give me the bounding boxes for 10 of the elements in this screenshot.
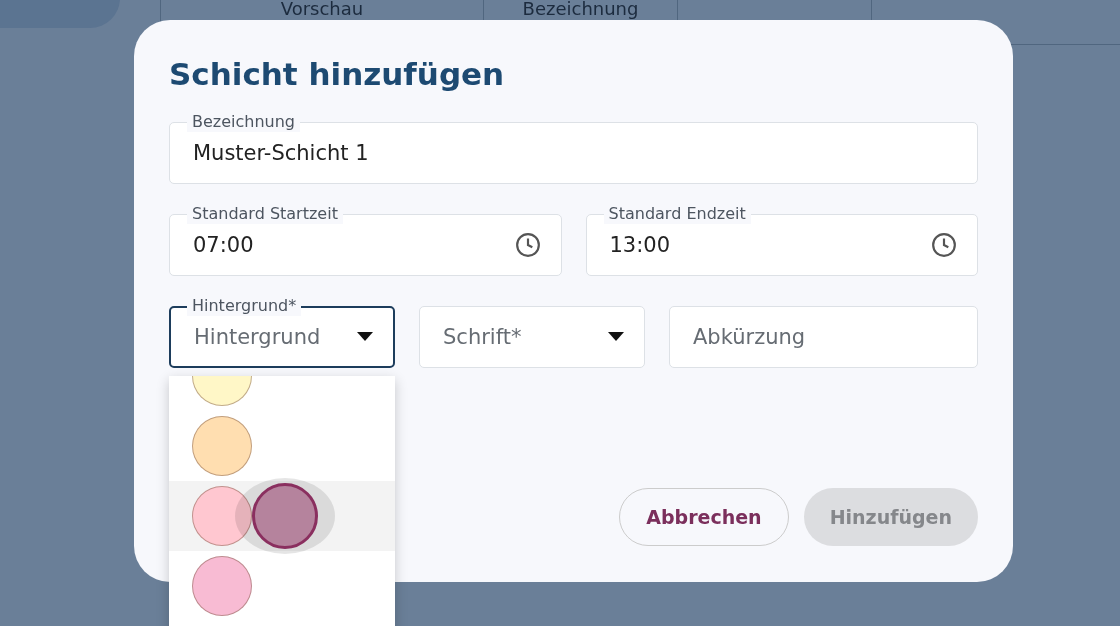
caret-icon	[608, 332, 624, 342]
clock-icon[interactable]	[931, 232, 957, 258]
field-label: Hintergrund*	[187, 296, 302, 316]
field-label: Bezeichnung	[187, 112, 301, 132]
color-option[interactable]	[169, 481, 395, 551]
field-label: Standard Startzeit	[187, 204, 343, 224]
caret-icon	[357, 332, 373, 342]
clock-icon[interactable]	[514, 232, 541, 258]
dialog-title: Schicht hinzufügen	[169, 56, 506, 92]
field-label: Standard Endzeit	[603, 204, 751, 224]
